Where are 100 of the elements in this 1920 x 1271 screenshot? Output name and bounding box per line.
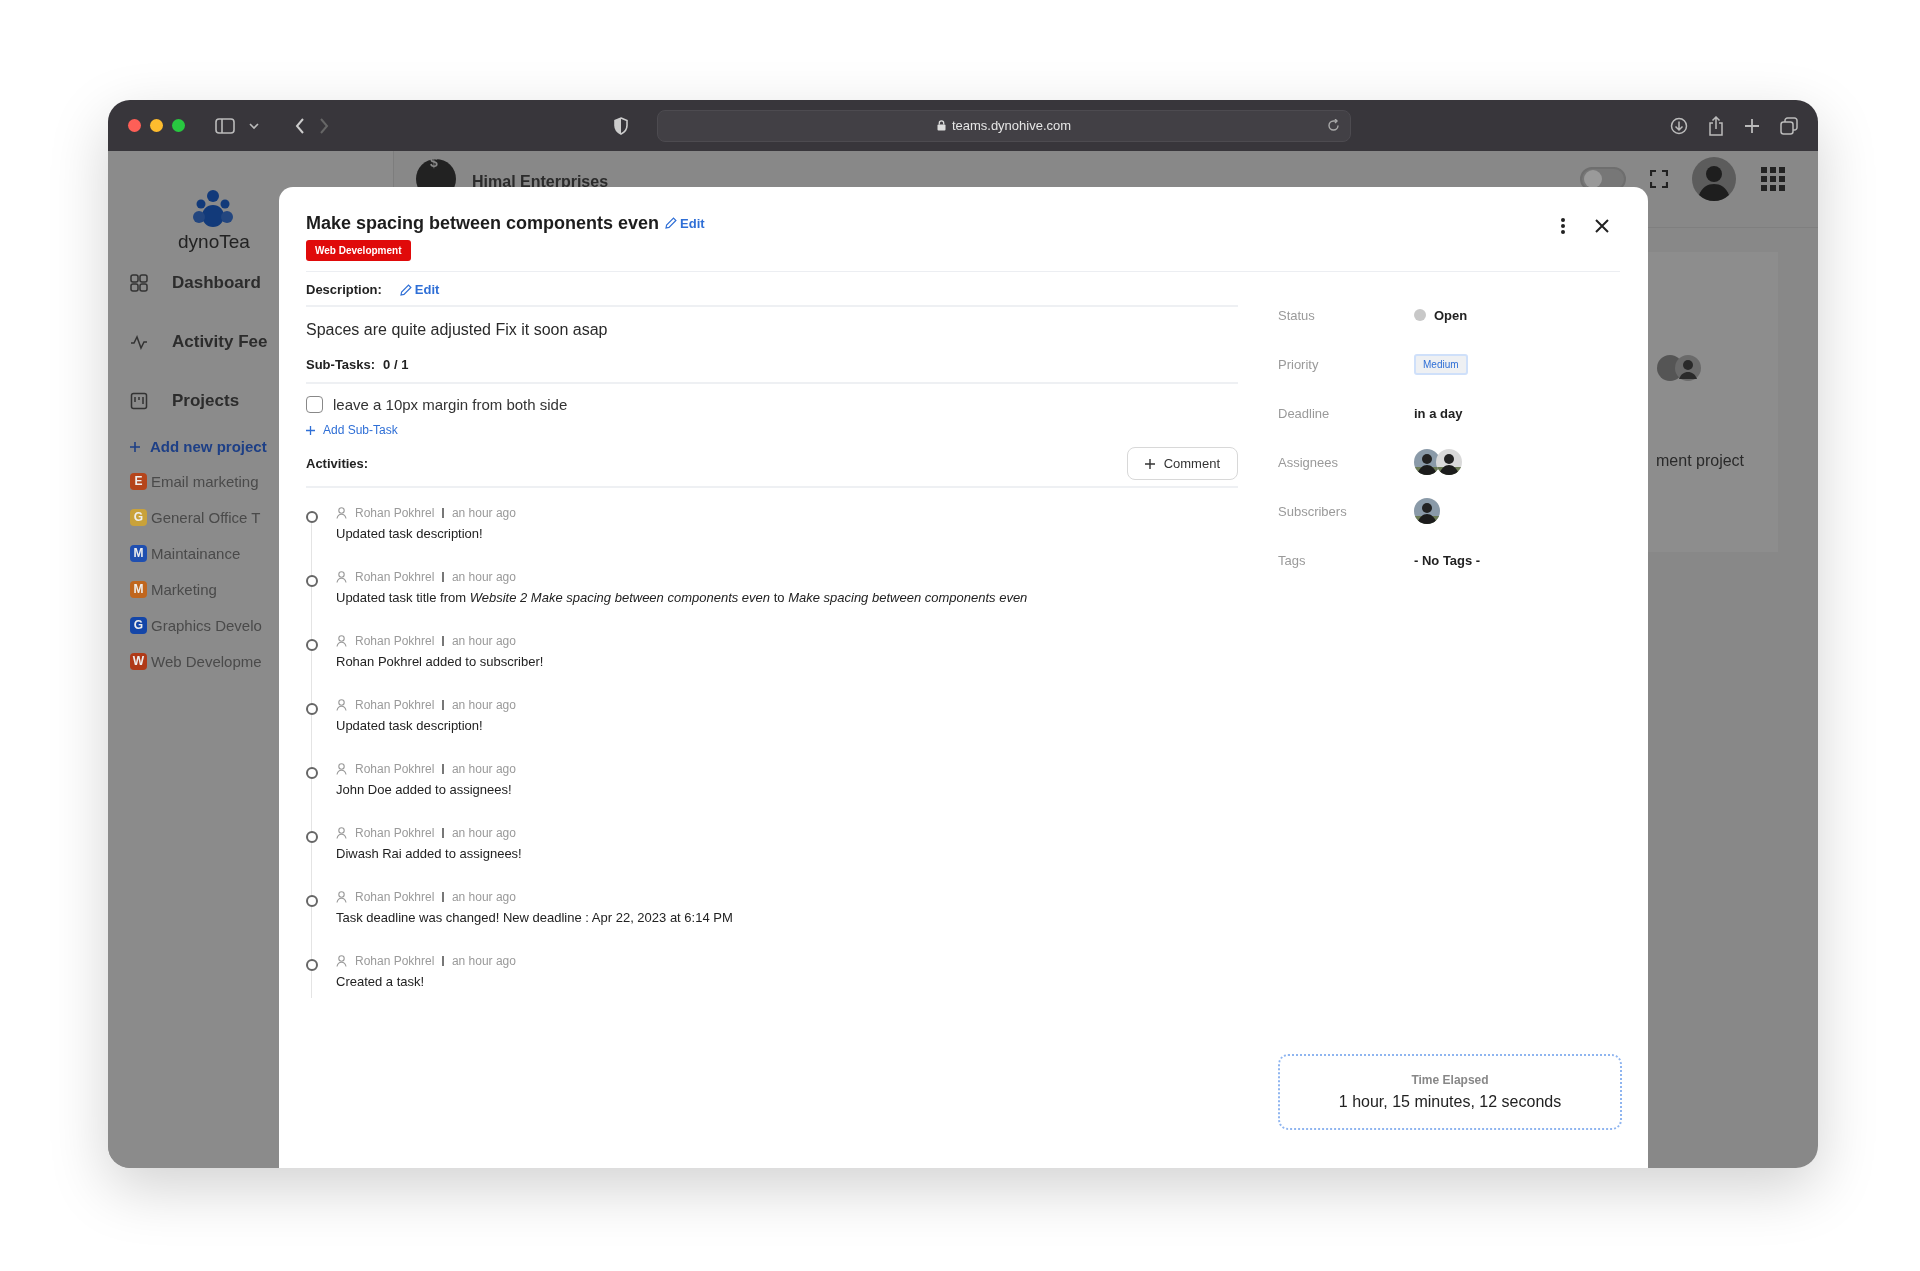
activity-author: Rohan Pokhrel [355,570,435,584]
chevron-down-icon[interactable] [249,121,259,130]
activity-time: an hour ago [451,954,516,968]
status-value: Open [1434,307,1468,323]
timeline-dot [306,703,318,715]
plus-icon [1144,458,1155,469]
company-name: Himal Enterprises [472,173,609,191]
timeline-dot [306,959,318,971]
activity-time: an hour ago [451,826,516,840]
board-icon [130,391,148,410]
activity-author: Rohan Pokhrel [355,826,435,840]
detail-label: Assignees [1278,454,1339,470]
description-label: Description: [306,282,382,297]
project-badge: M [130,580,147,598]
activity-time: an hour ago [451,890,516,904]
shield-icon[interactable] [613,116,629,135]
project-badge: G [130,508,147,526]
zoom-dot[interactable] [172,119,185,132]
share-icon[interactable] [1708,115,1724,136]
subtasks-count: 0 / 1 [383,357,409,372]
activity-text: Updated task description! [336,718,484,733]
activity-text: Updated task title from Website 2 Make spacing between components even to Make spacing between components even [336,590,1029,605]
add-subtask-link[interactable]: Add Sub-Task [306,423,398,437]
user-icon [336,891,347,903]
apps-grid-icon[interactable] [1760,166,1786,192]
activity-author: Rohan Pokhrel [355,954,435,968]
activity-author: Rohan Pokhrel [355,506,435,520]
user-icon [336,827,347,839]
activity-time: an hour ago [451,698,516,712]
detail-label: Tags [1278,552,1307,568]
comment-button[interactable]: Comment [1126,447,1238,480]
description-text: Spaces are quite adjusted Fix it soon asap [306,321,609,339]
plus-icon [130,441,140,452]
back-icon[interactable] [295,117,305,134]
lock-icon [936,120,946,131]
plus-icon [306,425,315,435]
activity-time: an hour ago [451,762,516,776]
detail-label: Priority [1278,356,1320,372]
project-badge: E [130,472,147,490]
project-description: ment project [1656,452,1745,470]
activity-text: Rohan Pokhrel added to subscriber! [336,654,545,669]
pencil-icon [665,217,678,229]
tabs-overview-icon[interactable] [1780,116,1798,135]
activity-text: John Doe added to assignees! [336,782,513,797]
user-icon [336,699,347,711]
time-elapsed-label: Time Elapsed [1411,1073,1489,1087]
timeline-dot [306,767,318,779]
timeline-dot [306,575,318,587]
user-icon [336,507,347,519]
more-options-icon[interactable] [1560,217,1566,235]
close-icon[interactable] [1594,218,1610,234]
detail-value: in a day [1414,405,1463,421]
detail-value: - No Tags - [1414,552,1481,568]
activity-text: Diwash Rai added to assignees! [336,846,523,861]
edit-title-link[interactable]: Edit [665,215,705,231]
detail-label: Status [1278,307,1316,323]
user-icon [336,955,347,967]
subtask-checkbox[interactable] [306,396,323,413]
priority-badge[interactable]: Medium [1414,353,1468,375]
activity-time: an hour ago [451,506,516,520]
subtasks-label: Sub-Tasks: [306,357,376,372]
timeline-dot [306,639,318,651]
close-dot[interactable] [128,119,141,132]
activity-time: an hour ago [451,570,516,584]
download-icon[interactable] [1670,116,1688,135]
task-title: Make spacing between components even [306,213,660,234]
member-avatars [1656,354,1702,382]
logo-text: dynoTea [177,231,250,253]
edit-description-link[interactable]: Edit [399,282,440,297]
address-bar[interactable]: teams.dynohive.com [657,109,1351,142]
grid-icon [130,273,148,292]
subtask-label: leave a 10px margin from both side [333,396,568,413]
activities-label: Activities: [306,456,369,471]
user-icon [336,571,347,583]
new-tab-icon[interactable] [1744,117,1760,134]
user-icon [336,635,347,647]
user-avatar[interactable] [1692,157,1736,201]
sidebar-toggle-icon[interactable] [215,117,235,134]
detail-label: Deadline [1278,405,1331,421]
activity-text: Created a task! [336,974,426,989]
activity-author: Rohan Pokhrel [355,698,435,712]
logo-icon [190,189,236,229]
activity-text: Updated task description! [336,526,484,541]
activity-time: an hour ago [451,634,516,648]
project-badge: W [130,652,147,670]
add-project-link[interactable]: Add new project [108,438,393,455]
pencil-icon [399,283,412,296]
fullscreen-icon[interactable] [1650,170,1668,188]
activity-author: Rohan Pokhrel [355,890,435,904]
project-badge: G [130,616,147,634]
activity-author: Rohan Pokhrel [355,762,435,776]
time-elapsed-value: 1 hour, 15 minutes, 12 seconds [1338,1093,1562,1111]
timeline-dot [306,511,318,523]
minimize-dot[interactable] [150,119,163,132]
project-badge: M [130,544,147,562]
timeline-dot [306,831,318,843]
user-icon [336,763,347,775]
reload-icon[interactable] [1327,118,1340,132]
detail-label: Subscribers [1278,503,1348,519]
activity-text: Task deadline was changed! New deadline : Apr 22, 2023 at 6:14 PM [336,910,734,925]
